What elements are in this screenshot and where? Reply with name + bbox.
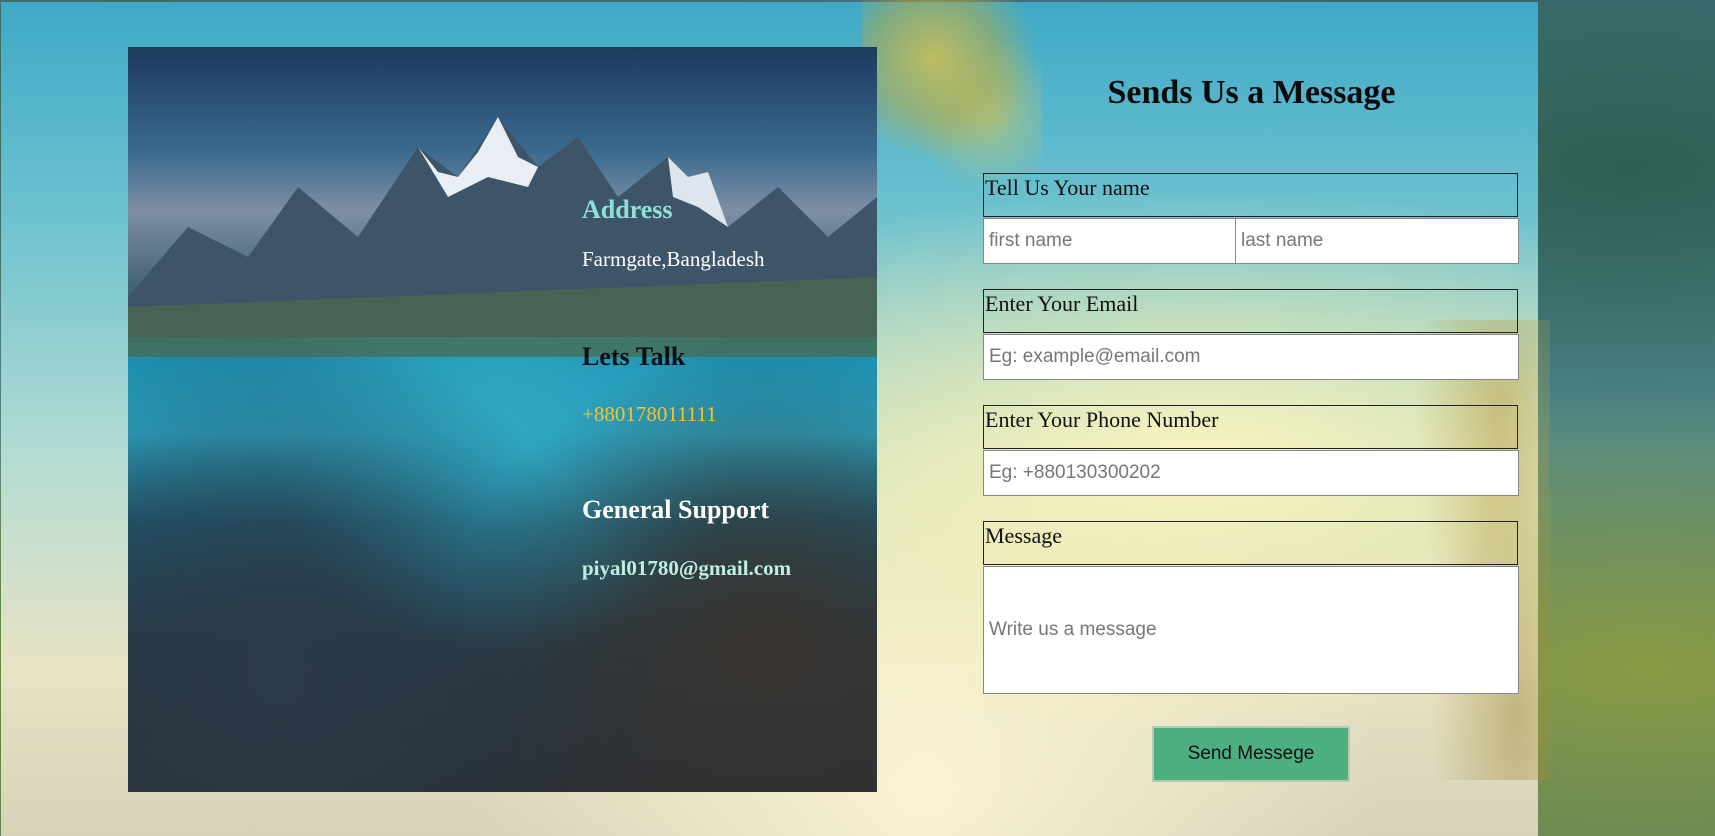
- address-heading: Address: [582, 195, 673, 224]
- phone-value: +880178011111: [582, 402, 717, 426]
- lets-talk-heading: Lets Talk: [582, 342, 686, 371]
- send-message-button[interactable]: Send Messege: [1152, 726, 1350, 782]
- form-title: Sends Us a Message: [1107, 74, 1396, 111]
- message-textarea[interactable]: [983, 566, 1519, 694]
- email-label: Enter Your Email: [983, 289, 1518, 333]
- mountains-illustration: [128, 117, 877, 357]
- support-email-value: piyal01780@gmail.com: [582, 556, 792, 580]
- email-input[interactable]: [983, 334, 1519, 380]
- message-label: Message: [983, 521, 1518, 565]
- address-value: Farmgate,Bangladesh: [582, 247, 765, 271]
- phone-label: Enter Your Phone Number: [983, 405, 1518, 449]
- contact-info-panel: Address Farmgate,Bangladesh Lets Talk +8…: [128, 47, 877, 792]
- last-name-input[interactable]: [1235, 218, 1519, 264]
- phone-input[interactable]: [983, 450, 1519, 496]
- first-name-input[interactable]: [983, 218, 1236, 264]
- general-support-heading: General Support: [582, 495, 770, 524]
- name-label: Tell Us Your name: [983, 173, 1518, 217]
